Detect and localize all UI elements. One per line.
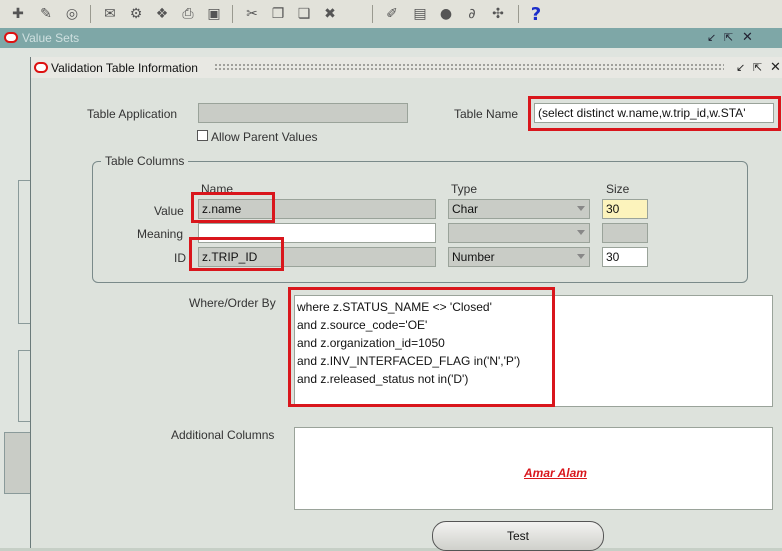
validation-table-dialog: Validation Table Information ↙ ⇱ ✕ Table… bbox=[30, 57, 782, 551]
table-application-field[interactable] bbox=[198, 103, 408, 123]
attach-icon[interactable]: ▤ bbox=[410, 4, 430, 24]
value-type-select[interactable]: Char bbox=[448, 199, 590, 219]
minimize-icon[interactable]: ↙ bbox=[707, 31, 716, 44]
meaning-type-select[interactable] bbox=[448, 223, 590, 243]
highlight-box bbox=[288, 287, 555, 407]
value-type-text: Char bbox=[452, 202, 479, 216]
close-icon[interactable]: ✕ bbox=[770, 60, 781, 75]
chevron-down-icon[interactable] bbox=[577, 230, 585, 235]
copy-icon[interactable]: ❖ bbox=[152, 4, 172, 24]
tools-icon[interactable]: ✣ bbox=[488, 4, 508, 24]
value-row-label: Value bbox=[154, 204, 184, 218]
value-sets-title-bar: Value Sets ↙ ⇱ ✕ bbox=[0, 28, 782, 48]
clear-icon[interactable]: ✖ bbox=[320, 4, 340, 24]
new-icon[interactable]: ✚ bbox=[8, 4, 28, 24]
help-icon[interactable]: ? bbox=[526, 4, 546, 25]
additional-columns-label: Additional Columns bbox=[171, 428, 275, 442]
copy-doc-icon[interactable]: ❐ bbox=[268, 4, 288, 24]
allow-parent-values-checkbox[interactable] bbox=[197, 130, 208, 141]
allow-parent-values-label: Allow Parent Values bbox=[211, 130, 318, 144]
close-form-icon[interactable]: ▣ bbox=[204, 4, 224, 24]
dialog-title: Validation Table Information bbox=[51, 61, 198, 75]
table-name-label: Table Name bbox=[454, 107, 519, 121]
save-icon[interactable]: ✉ bbox=[100, 4, 120, 24]
maximize-icon[interactable]: ⇱ bbox=[753, 61, 762, 74]
value-sets-title: Value Sets bbox=[22, 31, 80, 45]
chevron-down-icon[interactable] bbox=[577, 254, 585, 259]
oracle-logo-icon bbox=[4, 32, 18, 43]
maximize-icon[interactable]: ⇱ bbox=[724, 31, 733, 44]
table-application-label: Table Application bbox=[87, 107, 178, 121]
column-header-type: Type bbox=[451, 182, 478, 196]
meaning-row-label: Meaning bbox=[137, 227, 184, 241]
id-type-text: Number bbox=[452, 250, 495, 264]
highlight-box bbox=[528, 96, 781, 131]
value-size-field[interactable]: 30 bbox=[602, 199, 648, 219]
column-header-size: Size bbox=[606, 182, 630, 196]
flashlight-icon[interactable]: ✎ bbox=[36, 4, 56, 24]
chevron-down-icon[interactable] bbox=[577, 206, 585, 211]
clip-icon[interactable]: ∂ bbox=[462, 4, 482, 24]
navigate-icon[interactable]: ◎ bbox=[62, 4, 82, 24]
id-row-label: ID bbox=[174, 251, 186, 265]
signature-watermark: Amar Alam bbox=[524, 466, 587, 480]
dialog-title-bar: Validation Table Information ↙ ⇱ ✕ bbox=[31, 57, 782, 78]
id-type-select[interactable]: Number bbox=[448, 247, 590, 267]
print-setup-icon[interactable]: ⚙ bbox=[126, 4, 146, 24]
id-size-field[interactable]: 30 bbox=[602, 247, 648, 267]
print-icon[interactable]: ⎙ bbox=[178, 4, 198, 24]
title-bar-grip bbox=[214, 63, 724, 72]
minimize-icon[interactable]: ↙ bbox=[736, 61, 745, 74]
globe-icon[interactable]: ● bbox=[436, 4, 456, 24]
highlight-box bbox=[189, 237, 284, 271]
paste-icon[interactable]: ❏ bbox=[294, 4, 314, 24]
test-button[interactable]: Test bbox=[432, 521, 604, 551]
cut-icon[interactable]: ✂ bbox=[242, 4, 262, 24]
oracle-logo-icon bbox=[34, 62, 48, 73]
close-icon[interactable]: ✕ bbox=[742, 30, 753, 45]
where-order-by-label: Where/Order By bbox=[189, 296, 276, 310]
meaning-size-field[interactable] bbox=[602, 223, 648, 243]
edit-pen-icon[interactable]: ✐ bbox=[382, 4, 402, 24]
toolbar: ✚ ✎ ◎ ✉ ⚙ ❖ ⎙ ▣ ✂ ❐ ❏ ✖ ✐ ▤ ● ∂ ✣ ? bbox=[0, 0, 782, 29]
highlight-box bbox=[191, 192, 275, 223]
table-columns-legend: Table Columns bbox=[101, 154, 189, 168]
